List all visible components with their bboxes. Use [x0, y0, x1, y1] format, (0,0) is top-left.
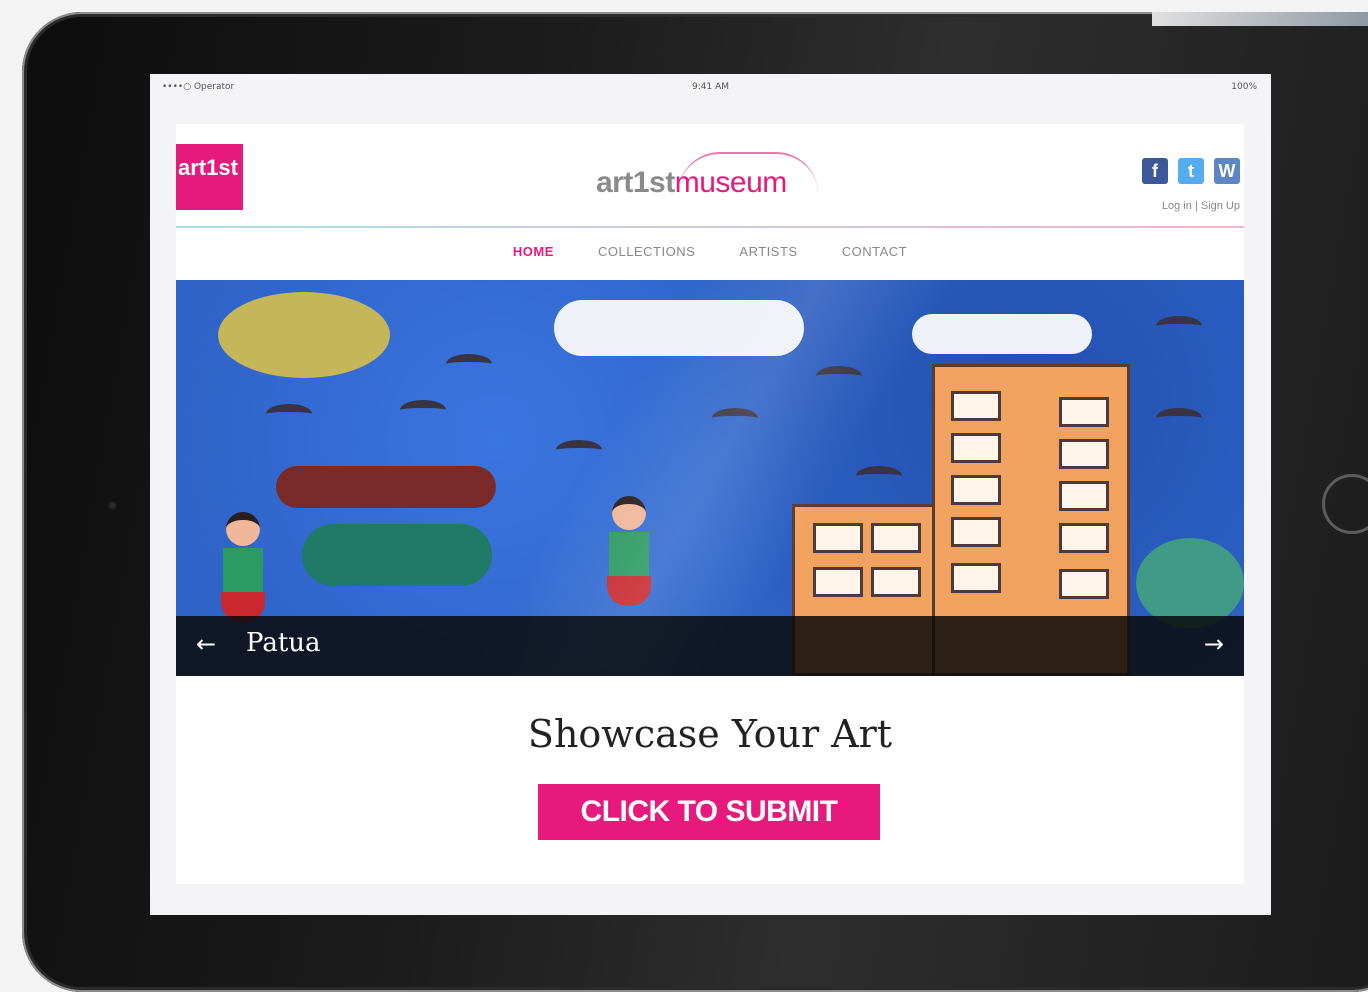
facebook-icon[interactable]: f [1142, 158, 1168, 184]
brand-wordmark[interactable]: art1stmuseum [596, 166, 787, 200]
bezel-glare [1152, 12, 1368, 26]
arrow-right-icon[interactable]: → [1204, 630, 1224, 658]
main-nav: HOME COLLECTIONS ARTISTS CONTACT [176, 244, 1244, 259]
auth-separator: | [1194, 200, 1198, 212]
status-bar: ••••○ Operator 9:41 AM 100% [150, 74, 1271, 100]
logo-text: art1st [178, 155, 238, 180]
twitter-icon[interactable]: t [1178, 158, 1204, 184]
auth-links: Log in | Sign Up [1162, 200, 1240, 212]
tablet-screen: ••••○ Operator 9:41 AM 100% art1st art1s… [150, 74, 1271, 915]
web-page: art1st art1stmuseum f t W Log in | Sign … [176, 124, 1244, 884]
nav-item-contact[interactable]: CONTACT [842, 244, 907, 259]
home-button[interactable] [1322, 474, 1368, 534]
nav-item-collections[interactable]: COLLECTIONS [598, 244, 695, 259]
wordpress-icon[interactable]: W [1214, 158, 1240, 184]
slide-title: Patua [246, 628, 321, 658]
nav-item-home[interactable]: HOME [513, 244, 554, 259]
slide-caption-bar: ← Patua → [176, 616, 1244, 676]
social-links: f t W [1142, 158, 1240, 184]
cta-headline: Showcase Your Art [527, 712, 893, 756]
brand-part-1: art1st [596, 166, 675, 199]
site-logo[interactable]: art1st [176, 144, 243, 210]
camera-icon [108, 501, 117, 510]
hero-slider[interactable]: ← Patua → [176, 280, 1244, 676]
submit-button[interactable]: CLICK TO SUBMIT [538, 784, 880, 840]
arrow-left-icon[interactable]: ← [196, 630, 216, 658]
signup-link[interactable]: Sign Up [1201, 200, 1240, 212]
login-link[interactable]: Log in [1162, 200, 1192, 212]
brand-part-2: museum [674, 166, 788, 199]
clock-label: 9:41 AM [692, 82, 729, 92]
nav-item-artists[interactable]: ARTISTS [739, 244, 797, 259]
battery-label: 100% [1231, 82, 1257, 92]
header-divider [176, 226, 1244, 228]
